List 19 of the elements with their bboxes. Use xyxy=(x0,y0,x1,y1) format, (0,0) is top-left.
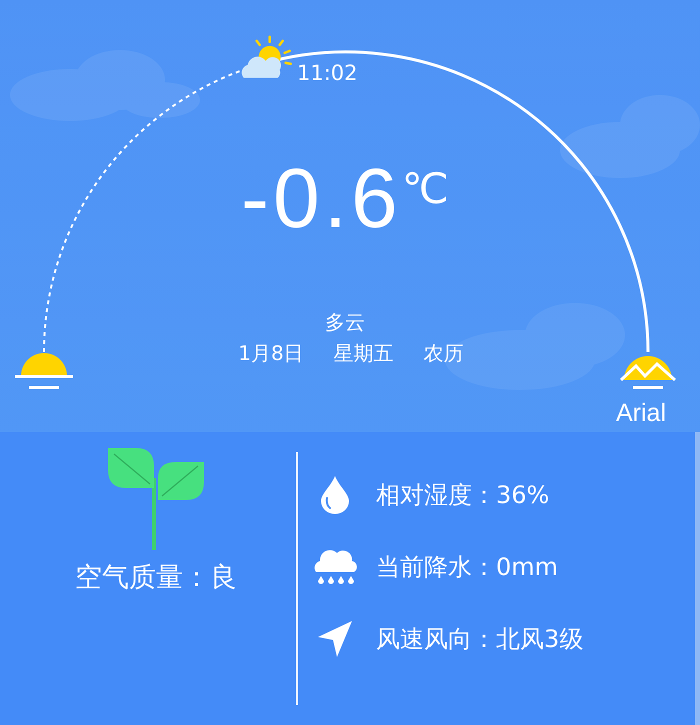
water-drop-icon xyxy=(321,476,349,514)
detail-text: 相对湿度：36% xyxy=(376,480,550,511)
sunset-icon xyxy=(620,356,676,389)
rain-cloud-icon xyxy=(312,548,358,586)
sunrise-icon xyxy=(15,353,73,389)
detail-text: 风速风向：北风3级 xyxy=(376,624,584,655)
date-text: 1月8日 xyxy=(238,340,304,367)
time-label: 11:02 xyxy=(297,60,358,86)
temperature-value: -0.6 xyxy=(241,150,402,246)
detail-text: 当前降水：0mm xyxy=(376,552,558,583)
temperature-unit: ℃ xyxy=(402,164,449,214)
air-quality-text: 空气质量：良 xyxy=(75,561,237,595)
weekday-text: 星期五 xyxy=(334,340,394,367)
sprout-icon xyxy=(106,448,206,550)
sun-cloud-icon xyxy=(242,36,292,78)
sunset-label: Arial xyxy=(616,398,666,428)
weather-condition: 多云 xyxy=(325,309,365,336)
lunar-text: 农历 xyxy=(424,340,464,367)
navigation-arrow-icon xyxy=(317,620,353,658)
